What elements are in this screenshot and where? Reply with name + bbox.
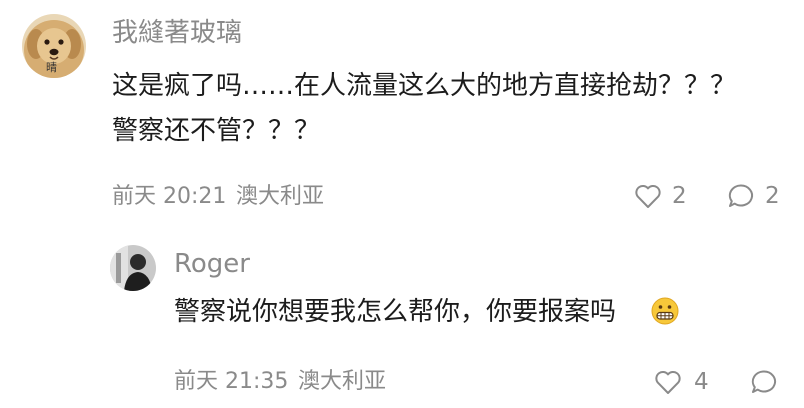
reply-time: 前天 21:35 <box>174 369 289 394</box>
like-count: 4 <box>694 369 709 395</box>
comment-location: 澳大利亚 <box>236 184 325 209</box>
dark-portrait-avatar-icon <box>110 245 156 291</box>
like-button[interactable]: 4 <box>654 368 714 398</box>
comment-bubble-icon <box>751 370 777 393</box>
user-avatar[interactable]: 晴 <box>22 14 86 78</box>
comment-bubble-icon <box>728 184 754 207</box>
reply-button[interactable]: 2 <box>727 182 787 212</box>
reply-location: 澳大利亚 <box>298 369 387 394</box>
reply-button[interactable] <box>750 368 780 398</box>
reply-text: 警察说你想要我怎么帮你，你要报案吗 <box>174 297 617 327</box>
heart-outline-icon <box>655 370 681 394</box>
reply-count: 2 <box>765 183 780 209</box>
username[interactable]: Roger <box>174 251 250 277</box>
grimacing-face-emoji-icon <box>651 297 679 325</box>
like-button[interactable]: 2 <box>634 182 694 212</box>
comment-time: 前天 20:21 <box>112 184 227 209</box>
heart-outline-icon <box>635 184 661 208</box>
user-avatar[interactable] <box>110 245 156 291</box>
comment-text-line-2: 警察还不管？？？ <box>112 116 321 146</box>
avatar-badge: 晴 <box>46 61 57 74</box>
username[interactable]: 我縫著玻璃 <box>112 20 242 46</box>
comment-text-line-1: 这是疯了吗……在人流量这么大的地方直接抢劫？？？ <box>112 71 737 101</box>
like-count: 2 <box>672 183 687 209</box>
